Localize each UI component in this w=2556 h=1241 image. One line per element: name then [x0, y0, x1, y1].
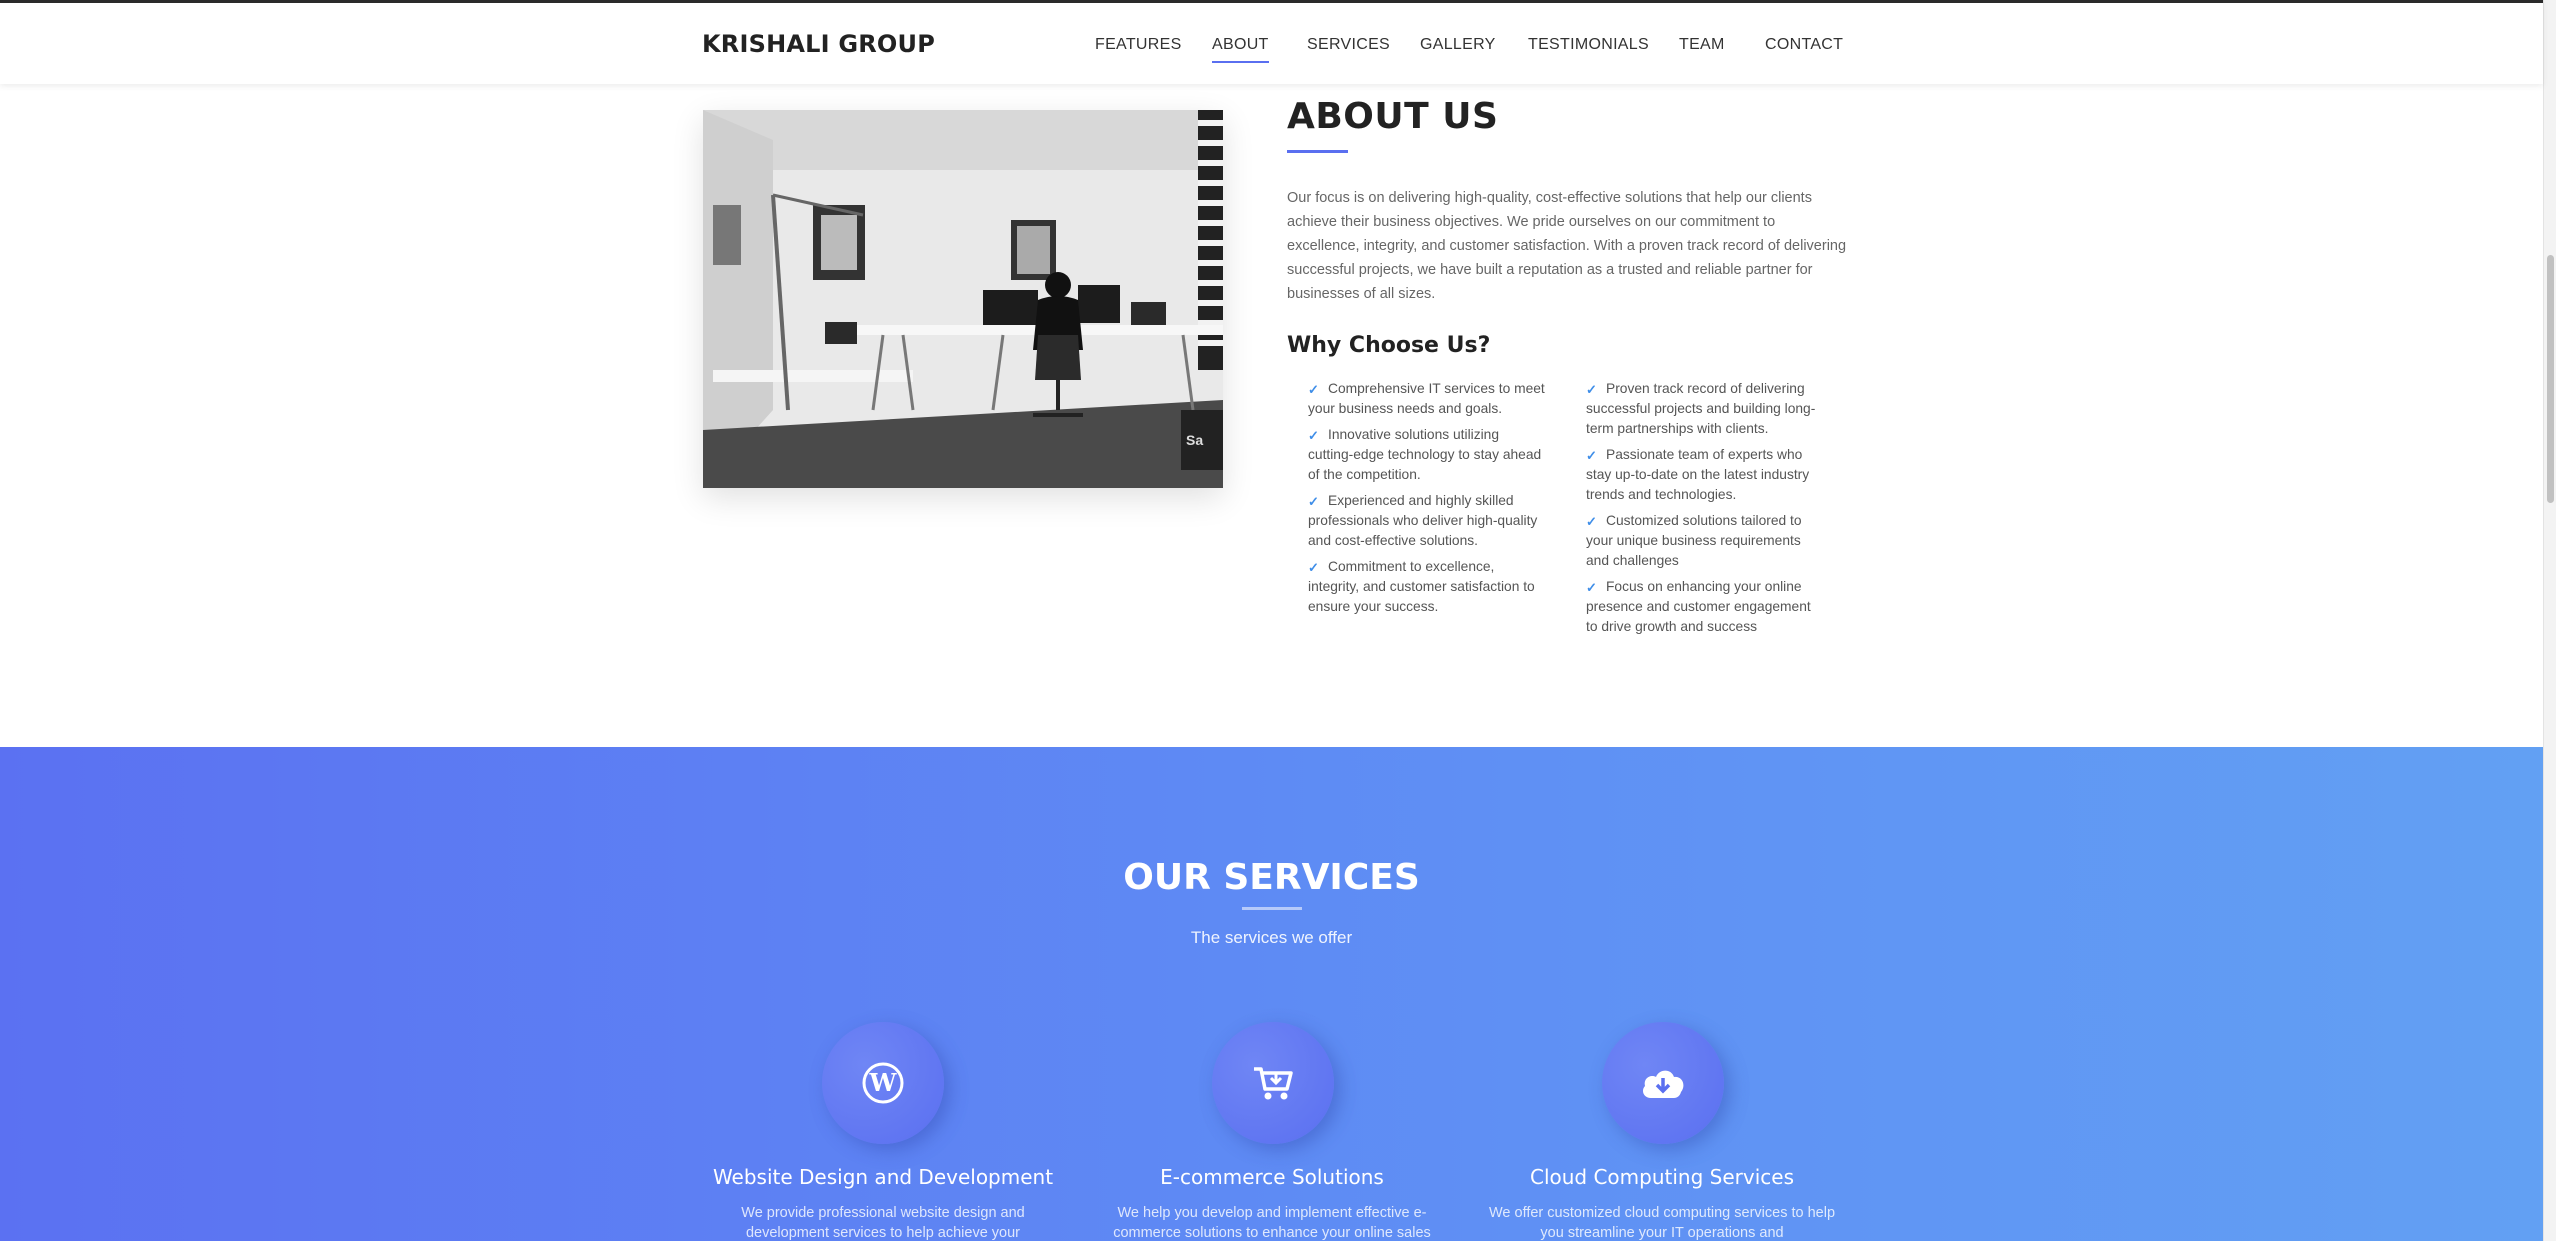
nav-features[interactable]: FEATURES: [1095, 36, 1182, 54]
why-item: ✓ Commitment to excellence, integrity, an…: [1308, 559, 1535, 614]
service-title: Cloud Computing Services: [1529, 1165, 1794, 1189]
service-icon-circle[interactable]: [1602, 1022, 1724, 1144]
nav-contact[interactable]: CONTACT: [1765, 36, 1843, 54]
nav-team[interactable]: TEAM: [1679, 36, 1725, 54]
why-item: ✓ Comprehensive IT services to meet your …: [1308, 381, 1545, 416]
about-image: Sa: [703, 110, 1223, 488]
why-item: ✓ Passionate team of experts who stay up-…: [1586, 447, 1810, 502]
check-icon: ✓: [1586, 514, 1597, 529]
wordpress-icon: W: [862, 1062, 904, 1104]
why-item: ✓ Proven track record of delivering succe…: [1586, 381, 1816, 436]
cart-icon: [1254, 1067, 1293, 1100]
why-list-right: ✓ Proven track record of delivering succe…: [1586, 379, 1826, 643]
check-icon: ✓: [1308, 494, 1319, 509]
service-title: E-commerce Solutions: [1160, 1165, 1384, 1189]
why-item: ✓ Customized solutions tailored to your u…: [1586, 513, 1802, 568]
nav-gallery[interactable]: GALLERY: [1420, 36, 1496, 54]
nav-about[interactable]: ABOUT: [1212, 36, 1269, 63]
check-icon: ✓: [1308, 382, 1319, 397]
why-item: ✓ Experienced and highly skilled professi…: [1308, 493, 1538, 548]
cloud-download-icon: [1643, 1070, 1684, 1098]
check-icon: ✓: [1308, 428, 1319, 443]
services-subtitle: The services we offer: [1190, 928, 1353, 947]
navbar: KRISHALI GROUP FEATURES ABOUT SERVICES G…: [0, 0, 2543, 84]
services-section: OUR SERVICES The services we offer W Web…: [0, 747, 2543, 1241]
service-text: We offer customized cloud computing serv…: [1488, 1205, 1836, 1241]
check-icon: ✓: [1586, 382, 1597, 397]
service-text: We help you develop and implement effect…: [1113, 1205, 1431, 1241]
brand-logo[interactable]: KRISHALI GROUP: [702, 30, 935, 58]
why-item: ✓ Focus on enhancing your online presence…: [1586, 579, 1811, 634]
services-title-underline: [1242, 907, 1302, 910]
nav-testimonials[interactable]: TESTIMONIALS: [1528, 36, 1649, 54]
why-item: ✓ Innovative solutions utilizing cutting-…: [1308, 427, 1542, 482]
service-icon-circle[interactable]: [1212, 1022, 1334, 1144]
workspace-photo: Sa: [703, 110, 1223, 488]
service-icon-circle[interactable]: W: [822, 1022, 944, 1144]
about-title: ABOUT US: [1287, 96, 1499, 137]
services-title: OUR SERVICES: [1123, 857, 1420, 898]
page-scrollbar[interactable]: [2543, 0, 2556, 1241]
check-icon: ✓: [1586, 580, 1597, 595]
check-icon: ✓: [1308, 560, 1319, 575]
why-list-left: ✓ Comprehensive IT services to meet your …: [1308, 379, 1548, 623]
service-text: We provide professional website design a…: [741, 1205, 1025, 1241]
nav-services[interactable]: SERVICES: [1307, 36, 1390, 54]
about-description: Our focus is on delivering high-quality,…: [1287, 190, 1847, 302]
why-choose-title: Why Choose Us?: [1287, 333, 1491, 358]
check-icon: ✓: [1586, 448, 1597, 463]
service-title: Website Design and Development: [712, 1165, 1054, 1189]
svg-text:Sa: Sa: [1186, 432, 1203, 448]
svg-text:W: W: [869, 1068, 898, 1097]
about-title-underline: [1287, 150, 1348, 153]
scrollbar-thumb[interactable]: [2547, 255, 2554, 503]
